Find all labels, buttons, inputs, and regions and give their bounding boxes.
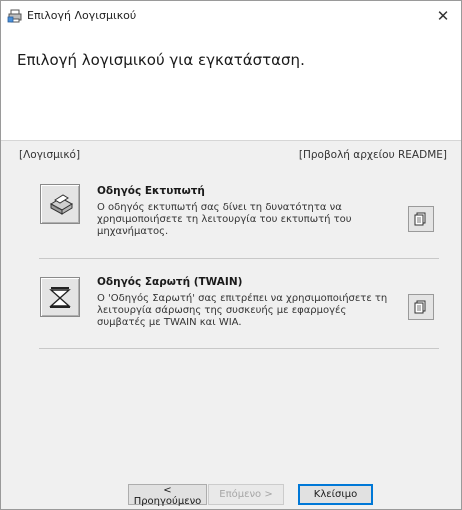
close-icon[interactable]: ✕ <box>425 1 461 30</box>
window-title: Επιλογή Λογισμικού <box>27 9 137 22</box>
item-separator <box>39 258 439 259</box>
printer-readme-button[interactable] <box>408 206 434 232</box>
scanner-driver-button[interactable] <box>40 277 80 317</box>
page-heading: Επιλογή λογισμικού για εγκατάσταση. <box>17 51 305 69</box>
title-bar: Επιλογή Λογισμικού ✕ <box>1 1 461 30</box>
back-button[interactable]: < Προηγούμενο <box>128 484 207 507</box>
item-separator <box>39 348 439 349</box>
button-bar: < Προηγούμενο Επόμενο > Κλείσιμο <box>1 471 461 509</box>
app-icon <box>7 8 23 24</box>
printer-driver-description: Ο οδηγός εκτυπωτή σας δίνει τη δυνατότητ… <box>97 202 352 237</box>
printer-driver-button[interactable] <box>40 184 80 224</box>
document-icon <box>414 212 426 226</box>
next-button[interactable]: Επόμενο > <box>208 484 284 505</box>
readme-column-label: [Προβολή αρχείου README] <box>298 149 447 161</box>
scanner-driver-title: Οδηγός Σαρωτή (TWAIN) <box>97 276 243 288</box>
software-column-label: [Λογισμικό] <box>19 149 81 161</box>
close-button[interactable]: Κλείσιμο <box>298 484 373 505</box>
scanner-readme-button[interactable] <box>408 294 434 320</box>
document-icon <box>414 300 426 314</box>
scanner-driver-description: Ο 'Οδηγός Σαρωτή' σας επιτρέπει να χρησι… <box>97 293 388 328</box>
printer-icon <box>49 194 74 215</box>
scanner-icon <box>49 287 71 308</box>
header-panel: Επιλογή λογισμικού για εγκατάσταση. <box>1 30 461 141</box>
installer-window: Επιλογή Λογισμικού ✕ Επιλογή λογισμικού … <box>0 0 462 510</box>
printer-driver-title: Οδηγός Εκτυπωτή <box>97 185 205 197</box>
software-list-area: [Λογισμικό] [Προβολή αρχείου README] Οδη… <box>1 141 461 471</box>
